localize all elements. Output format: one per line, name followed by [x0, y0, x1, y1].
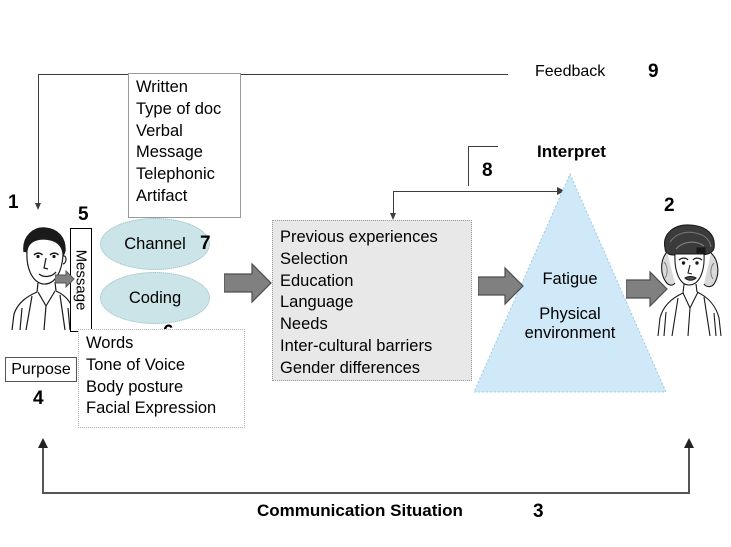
diagram-canvas: Feedback 9 Written Type of doc Verbal Me… [0, 0, 731, 547]
feedback-line-vertical [38, 74, 39, 204]
channel-ellipse-label: Channel [124, 234, 186, 253]
number-4: 4 [33, 388, 44, 409]
situation-line-left [42, 447, 44, 493]
channel-item: Type of doc [136, 99, 222, 118]
barrier-item: Inter-cultural barriers [280, 336, 433, 355]
channel-item: Artifact [136, 186, 188, 205]
number-3: 3 [533, 501, 544, 522]
situation-line-horizontal [42, 492, 690, 494]
channel-ellipse: Channel [100, 218, 210, 270]
barrier-item: Selection [280, 249, 348, 268]
triangle-line-3: environment [524, 323, 616, 342]
channel-list-box: Written Type of doc Verbal Message Telep… [128, 73, 241, 218]
barriers-feed-line-vertical [393, 191, 394, 215]
message-label: Message [72, 249, 90, 311]
purpose-label: Purpose [11, 360, 71, 378]
number-2: 2 [664, 195, 675, 216]
barrier-item: Gender differences [280, 358, 421, 377]
coding-list-box: Words Tone of Voice Body posture Facial … [78, 329, 245, 428]
sender-to-message-arrow-icon [55, 270, 75, 288]
barrier-item: Previous experiences [280, 228, 438, 246]
barrier-item: Education [280, 271, 354, 290]
number-7: 7 [200, 233, 211, 254]
interpret-tick-vertical [468, 146, 469, 186]
number-1: 1 [8, 192, 19, 213]
channel-item: Telephonic [136, 165, 215, 184]
situation-line-right [688, 447, 690, 493]
coding-item: Tone of Voice [86, 355, 186, 374]
receiver-person-icon [657, 224, 722, 337]
barriers-box: Previous experiences Selection Education… [272, 220, 472, 381]
barrier-item: Language [280, 293, 354, 312]
coding-ellipse-label: Coding [128, 288, 182, 307]
purpose-box: Purpose [5, 357, 77, 382]
situation-label: Communication Situation [257, 501, 463, 520]
barrier-item: Needs [280, 315, 328, 334]
feedback-label: Feedback [535, 63, 606, 80]
feedback-line-horizontal [38, 74, 508, 75]
coding-item: Body posture [86, 377, 184, 396]
channel-item: Message [136, 143, 203, 162]
message-to-barriers-arrow-icon [224, 262, 272, 304]
barriers-to-triangle-arrow-icon [478, 266, 524, 306]
channel-item: Written [136, 78, 188, 96]
situation-arrowhead-left-icon [38, 438, 48, 448]
interpret-label: Interpret [537, 142, 606, 161]
feedback-arrowhead-icon [35, 203, 41, 210]
coding-item: Facial Expression [86, 399, 217, 418]
barriers-arrowhead-down-icon [390, 213, 396, 220]
coding-item: Words [86, 334, 134, 352]
coding-ellipse: Coding [100, 272, 210, 324]
number-9: 9 [648, 61, 659, 82]
channel-item: Verbal [136, 121, 183, 140]
number-5: 5 [78, 204, 89, 225]
situation-arrowhead-right-icon [684, 438, 694, 448]
interpret-tick-horizontal [468, 146, 498, 147]
